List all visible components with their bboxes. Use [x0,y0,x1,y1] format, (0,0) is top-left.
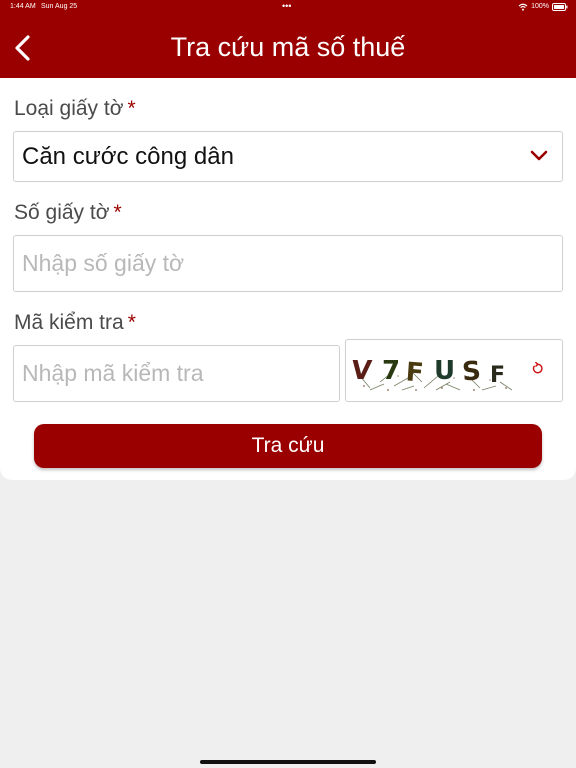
app-header: 1:44 AM Sun Aug 25 ••• 100% Tra cứu mã s… [0,0,576,78]
svg-text:7: 7 [382,356,400,386]
search-form: Loại giấy tờ * Căn cước công dân Số giấy … [0,78,576,480]
refresh-icon[interactable] [531,361,544,380]
wifi-icon [518,3,528,11]
svg-text:S: S [461,356,482,387]
doc-number-input[interactable] [22,236,554,291]
captcha-input[interactable] [22,346,331,401]
captcha-label-text: Mã kiểm tra [14,311,124,334]
required-mark: * [127,97,136,120]
page-title: Tra cứu mã số thuế [170,32,406,62]
battery-icon [552,3,568,11]
battery-percent: 100% [531,3,549,10]
svg-text:F: F [405,357,425,388]
required-mark: * [113,201,122,224]
captcha-box: V 7 F U S F [345,339,563,402]
svg-text:U: U [434,356,455,386]
doc-number-label: Số giấy tờ * [14,200,122,226]
status-time: 1:44 AM [10,3,36,10]
doc-number-label-text: Số giấy tờ [14,201,110,224]
doc-number-field[interactable] [13,235,563,292]
doc-type-label-text: Loại giấy tờ [14,97,124,120]
status-bar: 1:44 AM Sun Aug 25 ••• 100% [0,0,576,14]
required-mark: * [127,311,136,334]
doc-type-value: Căn cước công dân [22,143,234,170]
svg-text:V: V [350,356,374,386]
status-right: 100% [518,0,568,14]
multitasking-dots[interactable]: ••• [282,0,291,12]
doc-type-label: Loại giấy tờ * [14,96,136,122]
search-button[interactable]: Tra cứu [34,424,542,468]
status-date: Sun Aug 25 [41,3,78,10]
home-indicator[interactable] [200,760,376,764]
captcha-image: V 7 F U S F [350,356,513,391]
svg-text:F: F [490,363,505,388]
doc-type-select[interactable]: Căn cước công dân [13,131,563,182]
captcha-label: Mã kiểm tra * [14,310,136,336]
captcha-field[interactable] [13,345,340,402]
chevron-down-icon [530,149,548,167]
